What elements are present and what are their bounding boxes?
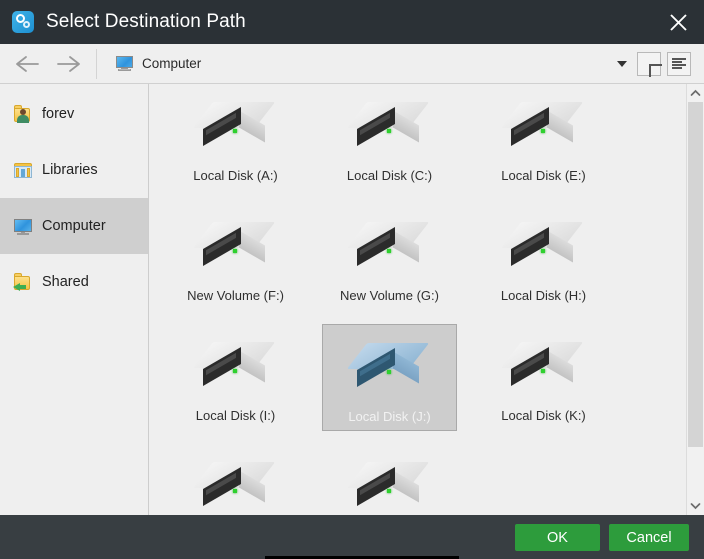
arrow-right-icon — [55, 55, 81, 73]
libraries-icon — [13, 161, 33, 179]
app-gear-icon — [12, 11, 34, 33]
address-bar[interactable]: Computer — [103, 44, 607, 83]
drive-item-g[interactable]: New Volume (G:) — [322, 204, 457, 311]
hard-drive-icon — [192, 456, 277, 514]
arrow-left-icon — [15, 55, 41, 73]
drive-item-label: Local Disk (K:) — [501, 408, 586, 423]
drive-item-h[interactable]: Local Disk (H:) — [476, 204, 611, 311]
hard-drive-icon — [500, 336, 585, 394]
grid-row: New Volume (F:) New Volume (G:) Local Di… — [149, 204, 684, 324]
list-view-icon — [672, 57, 686, 71]
ok-button[interactable]: OK — [515, 524, 600, 551]
computer-monitor-icon — [13, 217, 33, 235]
drive-grid: Local Disk (A:) Local Disk (C:) Local Di… — [149, 84, 684, 515]
drive-item-k[interactable]: Local Disk (K:) — [476, 324, 611, 431]
address-bar-text: Computer — [142, 56, 202, 71]
drive-item-label: Local Disk (C:) — [346, 168, 433, 183]
sidebar-item-label: Libraries — [42, 162, 98, 178]
drive-item-j[interactable]: Local Disk (J:) — [322, 324, 457, 431]
computer-monitor-icon — [116, 56, 133, 71]
view-mode-button[interactable] — [667, 51, 691, 76]
hard-drive-icon — [346, 96, 431, 154]
drive-item-label: Local Disk (A:) — [193, 168, 278, 183]
vertical-scrollbar[interactable] — [686, 84, 704, 515]
drive-item-label: Local Disk (E:) — [501, 168, 586, 183]
hard-drive-icon — [346, 337, 431, 395]
drive-item-i[interactable]: Local Disk (I:) — [168, 324, 303, 431]
grid-row: Local Disk (I:) Local Disk (J:) Local Di… — [149, 324, 684, 444]
sidebar-item-forev[interactable]: forev — [0, 86, 148, 142]
navigation-toolbar: Computer — [0, 44, 704, 84]
drive-item-f[interactable]: New Volume (F:) — [168, 204, 303, 311]
drive-item-c[interactable]: Local Disk (C:) — [322, 84, 457, 191]
drive-item-e[interactable]: Local Disk (E:) — [476, 84, 611, 191]
hard-drive-icon — [346, 216, 431, 274]
shared-folder-icon — [13, 273, 33, 291]
sidebar-item-label: Shared — [42, 274, 89, 290]
hard-drive-icon — [192, 216, 277, 274]
title-bar: Select Destination Path — [0, 0, 704, 44]
dialog-body: forev Libraries Computer Shared Local Di… — [0, 84, 704, 515]
hard-drive-icon — [192, 96, 277, 154]
hard-drive-icon — [500, 96, 585, 154]
file-grid-pane: Local Disk (A:) Local Disk (C:) Local Di… — [149, 84, 704, 515]
address-dropdown-button[interactable] — [607, 44, 637, 83]
drive-item-a[interactable]: Local Disk (A:) — [168, 84, 303, 191]
sidebar-item-shared[interactable]: Shared — [0, 254, 148, 310]
places-sidebar: forev Libraries Computer Shared — [0, 84, 149, 515]
hard-drive-icon — [192, 336, 277, 394]
sidebar-item-label: Computer — [42, 218, 106, 234]
select-destination-path-dialog: Select Destination Path Computer forev L… — [0, 0, 704, 559]
toolbar-divider — [96, 48, 97, 79]
drive-item-label: Local Disk (J:) — [348, 409, 431, 424]
dialog-footer: OK Cancel — [0, 515, 704, 559]
drive-item-label: Local Disk (I:) — [195, 408, 276, 423]
scroll-up-button[interactable] — [687, 84, 704, 102]
window-title: Select Destination Path — [46, 11, 246, 32]
grid-row — [149, 444, 684, 515]
back-button[interactable] — [8, 44, 48, 83]
sidebar-item-label: forev — [42, 106, 75, 122]
scroll-down-button[interactable] — [687, 497, 704, 515]
new-folder-button[interactable] — [637, 51, 662, 77]
drive-item-label: New Volume (F:) — [187, 288, 284, 303]
sidebar-item-computer[interactable]: Computer — [0, 198, 148, 254]
cancel-button[interactable]: Cancel — [609, 524, 689, 551]
chevron-down-icon — [690, 502, 701, 510]
chevron-down-icon — [617, 60, 627, 67]
sidebar-item-libraries[interactable]: Libraries — [0, 142, 148, 198]
hard-drive-icon — [346, 456, 431, 514]
drive-item-partial-1[interactable] — [168, 444, 303, 515]
close-button[interactable] — [652, 0, 704, 44]
drive-item-partial-2[interactable] — [322, 444, 457, 515]
grid-row: Local Disk (A:) Local Disk (C:) Local Di… — [149, 84, 684, 204]
drive-item-label: Local Disk (H:) — [500, 288, 587, 303]
hard-drive-icon — [500, 216, 585, 274]
scrollbar-thumb[interactable] — [688, 102, 703, 447]
drive-item-label: New Volume (G:) — [340, 288, 439, 303]
forward-button[interactable] — [48, 44, 88, 83]
chevron-up-icon — [690, 89, 701, 97]
user-folder-icon — [13, 105, 33, 123]
